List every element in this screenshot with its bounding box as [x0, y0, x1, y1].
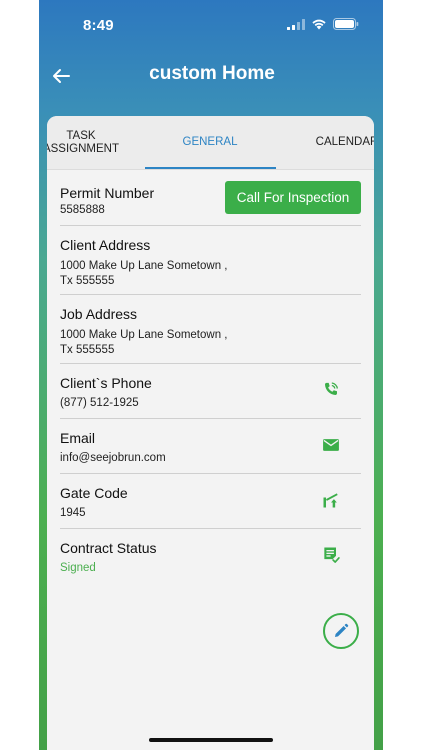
- email-label: Email: [60, 430, 96, 446]
- page-title: custom Home: [149, 63, 275, 84]
- job-address-line2: Tx 555555: [60, 344, 115, 356]
- gate-code-label: Gate Code: [60, 485, 128, 501]
- contract-status-value: Signed: [60, 562, 96, 574]
- client-phone-label: Client`s Phone: [60, 375, 152, 391]
- phone-screen: 8:49 custom Home TASK ASSIGNMENT GENERAL…: [39, 0, 383, 750]
- document-check-icon[interactable]: [321, 545, 341, 565]
- status-icons: [287, 18, 359, 30]
- permit-number-value: 5585888: [60, 204, 105, 216]
- phone-call-icon[interactable]: [321, 380, 341, 400]
- envelope-icon[interactable]: [321, 435, 341, 455]
- client-address-line1: 1000 Make Up Lane Sometown ,: [60, 260, 228, 272]
- tab-calendar[interactable]: CALENDAR: [299, 116, 374, 169]
- client-address-row: Client Address 1000 Make Up Lane Sometow…: [60, 226, 361, 295]
- gate-code-value: 1945: [60, 507, 86, 519]
- call-for-inspection-button[interactable]: Call For Inspection: [225, 181, 361, 214]
- tab-calendar-label: CALENDAR: [315, 136, 374, 148]
- email-row: Email info@seejobrun.com: [60, 419, 361, 474]
- contract-status-label: Contract Status: [60, 540, 157, 556]
- client-phone-value: (877) 512-1925: [60, 397, 139, 409]
- tab-general[interactable]: GENERAL: [145, 116, 275, 169]
- client-phone-row: Client`s Phone (877) 512-1925: [60, 364, 361, 419]
- tab-task-assignment[interactable]: TASK ASSIGNMENT: [47, 116, 129, 169]
- wifi-icon: [312, 19, 326, 30]
- job-address-line1: 1000 Make Up Lane Sometown ,: [60, 329, 228, 341]
- status-bar: 8:49: [39, 0, 383, 52]
- gate-icon[interactable]: [321, 490, 341, 510]
- home-indicator: [149, 738, 273, 742]
- contract-status-row: Contract Status Signed: [60, 529, 361, 583]
- email-value: info@seejobrun.com: [60, 452, 166, 464]
- job-address-label: Job Address: [60, 306, 138, 322]
- client-address-label: Client Address: [60, 237, 151, 253]
- battery-icon: [333, 18, 359, 30]
- gate-code-row: Gate Code 1945: [60, 474, 361, 529]
- client-address-line2: Tx 555555: [60, 275, 115, 287]
- signal-icon: [287, 18, 305, 30]
- navigation-bar: custom Home: [39, 52, 383, 100]
- job-address-row: Job Address 1000 Make Up Lane Sometown ,…: [60, 295, 361, 364]
- active-tab-indicator: [145, 167, 276, 169]
- content-card: TASK ASSIGNMENT GENERAL CALENDAR Permit …: [47, 116, 374, 750]
- tab-bar: TASK ASSIGNMENT GENERAL CALENDAR: [47, 116, 374, 170]
- tab-general-label: GENERAL: [182, 136, 238, 148]
- permit-number-label: Permit Number: [60, 185, 155, 201]
- tab-task-assignment-line2: ASSIGNMENT: [47, 142, 120, 155]
- permit-number-row: Permit Number 5585888 Call For Inspectio…: [60, 172, 361, 226]
- status-time: 8:49: [83, 17, 114, 34]
- pencil-edit-icon: [335, 623, 349, 637]
- edit-button[interactable]: [323, 613, 359, 649]
- tab-task-assignment-line1: TASK: [66, 129, 96, 142]
